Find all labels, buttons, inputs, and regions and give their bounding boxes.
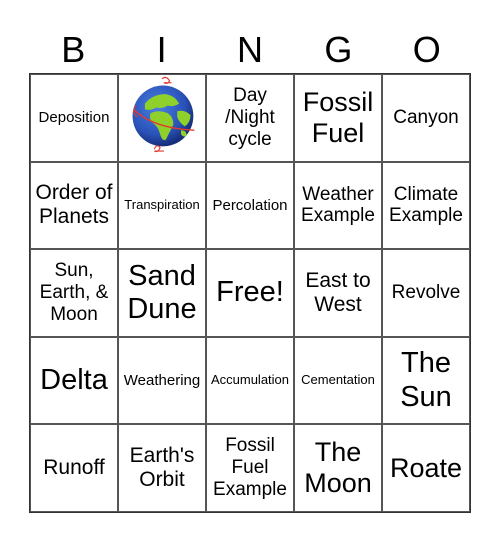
bingo-cell[interactable]: Revolve bbox=[382, 249, 470, 337]
header-letter-g: G bbox=[324, 29, 353, 70]
bingo-cell[interactable]: Roate bbox=[382, 424, 470, 512]
bingo-cell[interactable]: Runoff bbox=[30, 424, 118, 512]
bingo-cell[interactable]: Accumulation bbox=[206, 336, 294, 425]
bingo-cell[interactable]: Climate Example bbox=[382, 161, 470, 250]
bingo-cell[interactable] bbox=[118, 74, 206, 162]
bingo-cell[interactable]: The Sun bbox=[382, 336, 470, 425]
bingo-cell[interactable]: The Moon bbox=[294, 424, 382, 512]
header-letter-b: B bbox=[61, 29, 86, 70]
rotating-earth-globe-icon bbox=[124, 75, 200, 160]
bingo-cell[interactable]: Day /Night cycle bbox=[206, 74, 294, 162]
bingo-card: Deposition Day /Night cycle Fossil Fuel … bbox=[29, 73, 471, 513]
bingo-cell[interactable]: Deposition bbox=[30, 74, 118, 162]
bingo-cell[interactable]: Transpiration bbox=[118, 161, 206, 250]
bingo-header: B I N G O bbox=[29, 30, 471, 70]
header-letter-n: N bbox=[236, 29, 263, 70]
bingo-cell[interactable]: Cementation bbox=[294, 336, 382, 425]
bingo-cell[interactable]: Earth's Orbit bbox=[118, 424, 206, 512]
bingo-cell[interactable]: Sand Dune bbox=[118, 249, 206, 337]
bingo-cell[interactable]: East to West bbox=[294, 249, 382, 337]
bingo-cell[interactable]: Fossil Fuel Example bbox=[206, 424, 294, 512]
bingo-cell[interactable]: Delta bbox=[30, 336, 118, 425]
bingo-cell-free-space[interactable]: Free! bbox=[206, 249, 294, 337]
bingo-cell[interactable]: Percolation bbox=[206, 161, 294, 250]
bingo-cell[interactable]: Order of Planets bbox=[30, 161, 118, 250]
bingo-cell[interactable]: Canyon bbox=[382, 74, 470, 162]
bingo-cell[interactable]: Weathering bbox=[118, 336, 206, 425]
header-letter-i: I bbox=[156, 29, 167, 70]
bingo-cell[interactable]: Weather Example bbox=[294, 161, 382, 250]
header-letter-o: O bbox=[412, 29, 441, 70]
bingo-cell[interactable]: Fossil Fuel bbox=[294, 74, 382, 162]
bingo-cell[interactable]: Sun, Earth, & Moon bbox=[30, 249, 118, 337]
